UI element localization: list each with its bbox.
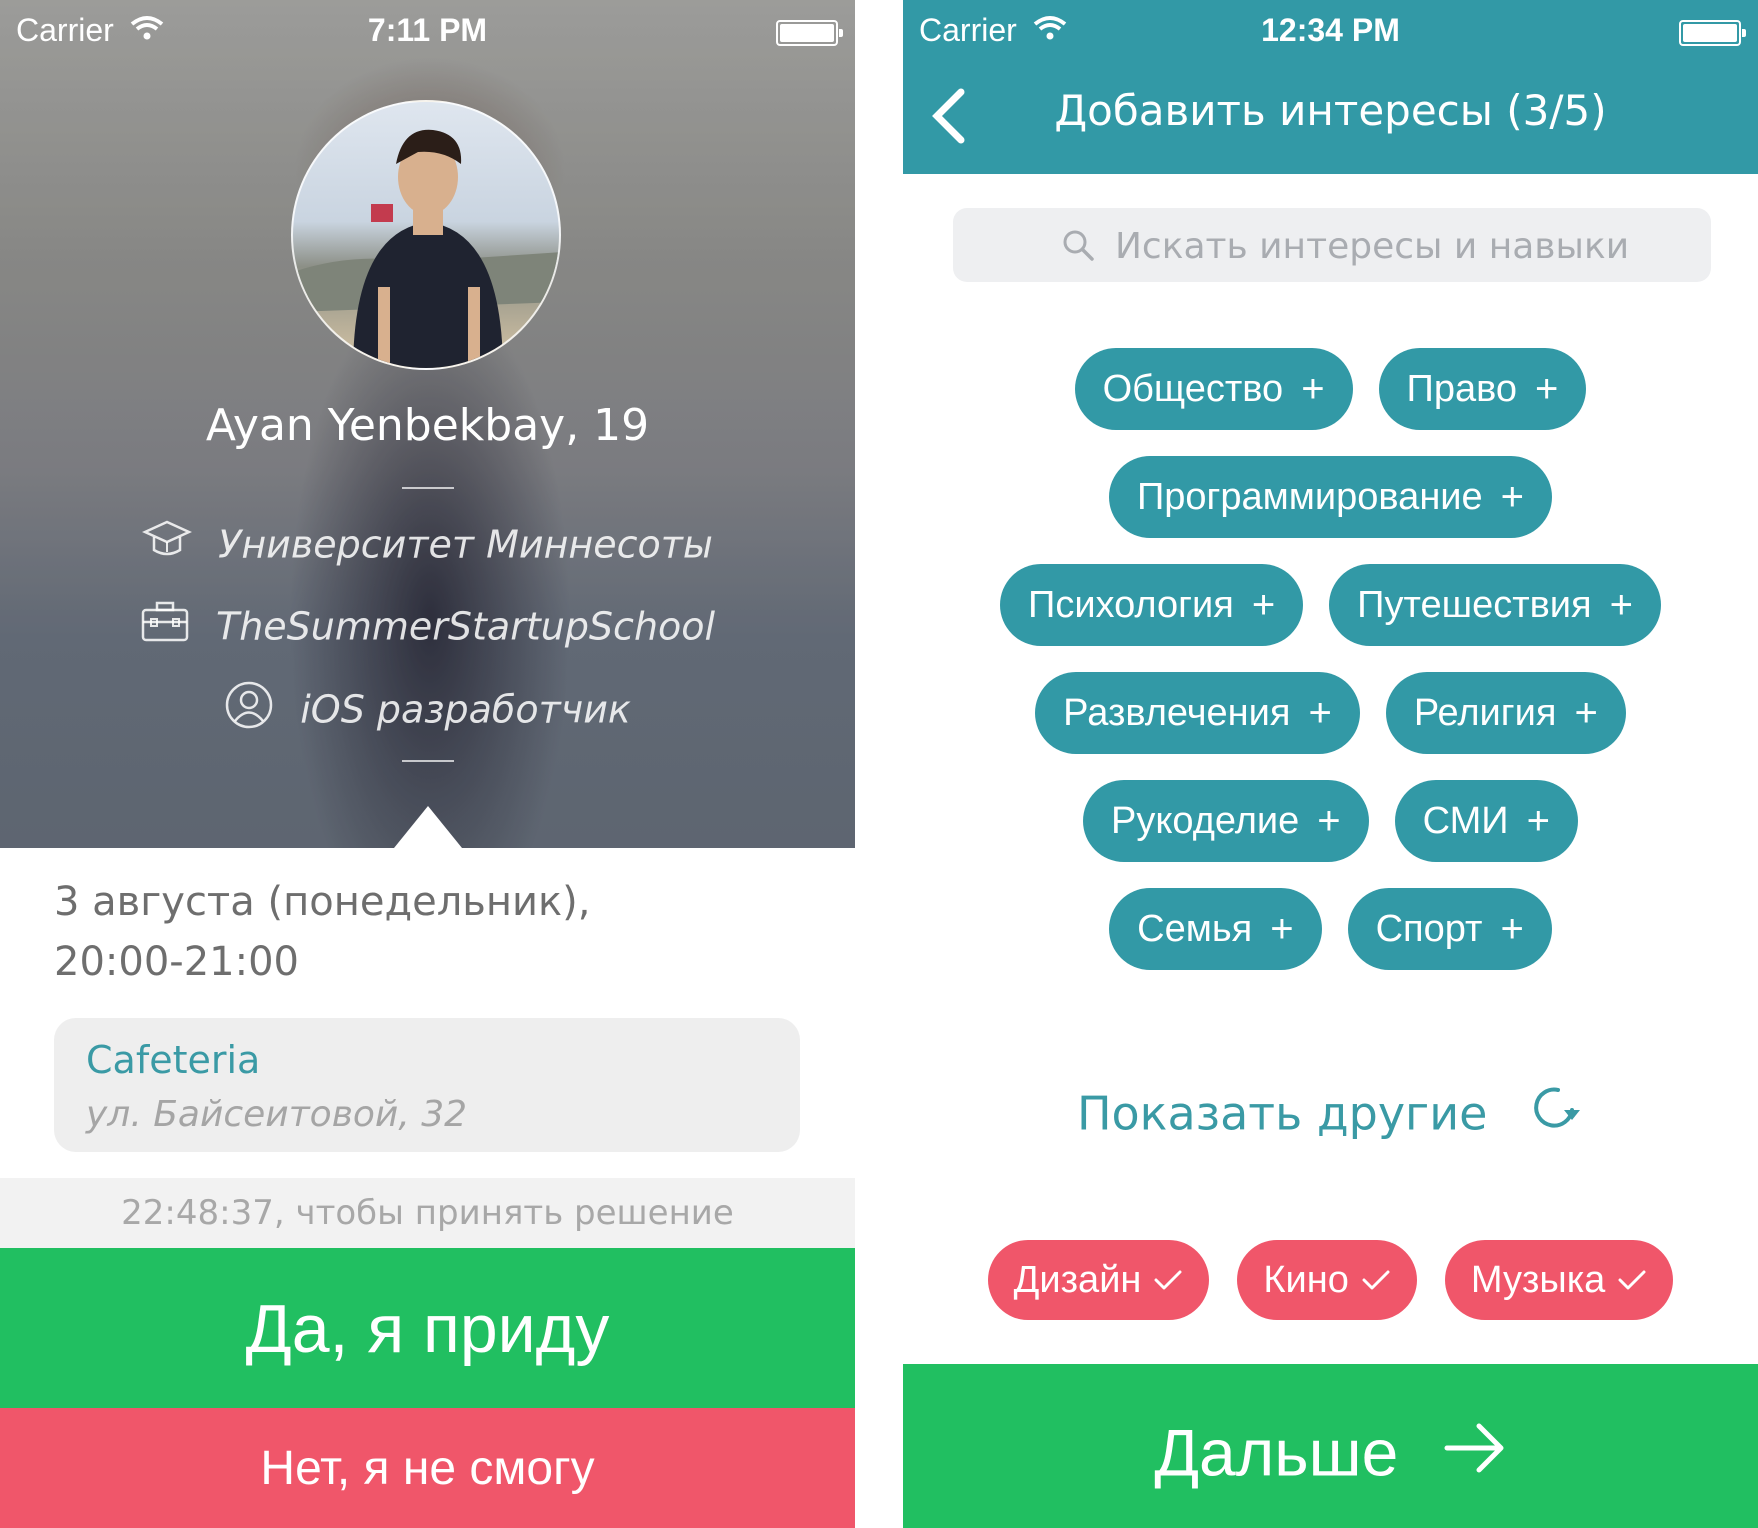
arrow-right-icon — [1443, 1371, 1507, 1528]
selected-interest-label: Музыка — [1470, 1258, 1606, 1301]
interest-chip[interactable]: СМИ + — [1394, 780, 1578, 862]
checkmark-icon — [1153, 1259, 1183, 1302]
company-row: TheSummerStartupSchool — [0, 600, 855, 653]
page-title: Добавить интересы (3/5) — [1054, 86, 1607, 135]
university-row: Университет Миннесоты — [0, 518, 855, 571]
place-card[interactable]: Cafeteria ул. Байсеитовой, 32 — [54, 1018, 800, 1152]
interest-row: Психология + Путешествия + — [903, 564, 1758, 646]
avatar[interactable] — [291, 100, 561, 370]
navigation-bar: Carrier 12:34 PM Добавить интересы (3/5) — [903, 0, 1758, 174]
add-interests-screen: Carrier 12:34 PM Добавить интересы (3/5)… — [903, 0, 1758, 1528]
plus-icon: + — [1526, 798, 1550, 843]
interest-chip[interactable]: Развлечения + — [1035, 672, 1360, 754]
plus-icon: + — [1574, 690, 1598, 735]
battery-icon — [1679, 20, 1746, 46]
search-field[interactable] — [953, 208, 1711, 282]
interest-row: Общество + Право + — [903, 348, 1758, 430]
interest-suggestions: Общество + Право + Программирование + Психолог… — [903, 348, 1758, 996]
interest-chip-label: Путешествия — [1357, 583, 1592, 626]
selected-interests: Дизайн Кино Музыка — [903, 1240, 1758, 1320]
interest-chip-label: Психология — [1028, 583, 1234, 626]
user-icon — [224, 680, 274, 739]
place-address: ул. Байсеитовой, 32 — [86, 1094, 468, 1135]
next-button[interactable]: Дальше — [903, 1364, 1758, 1528]
interest-chip[interactable]: Психология + — [1000, 564, 1304, 646]
divider — [402, 487, 454, 489]
status-bar: Carrier 7:11 PM — [0, 0, 855, 60]
show-more-label: Показать другие — [1076, 1086, 1488, 1141]
checkmark-icon — [1617, 1259, 1647, 1302]
interest-chip-label: Спорт — [1375, 907, 1483, 950]
clock: 12:34 PM — [1261, 12, 1400, 48]
interest-chip-label: СМИ — [1422, 799, 1509, 842]
selected-interest-label: Дизайн — [1013, 1258, 1142, 1301]
clock: 7:11 PM — [367, 12, 488, 48]
interest-row: Рукоделие + СМИ + — [903, 780, 1758, 862]
plus-icon: + — [1308, 690, 1332, 735]
decision-timer: 22:48:37, чтобы принять решение — [0, 1178, 855, 1248]
interest-row: Развлечения + Религия + — [903, 672, 1758, 754]
accept-button[interactable]: Да, я приду — [0, 1248, 855, 1408]
role-label: iOS разработчик — [300, 687, 631, 732]
interest-chip-label: Общество — [1102, 367, 1284, 410]
interest-chip[interactable]: Право + — [1378, 348, 1587, 430]
interest-chip[interactable]: Путешествия + — [1329, 564, 1661, 646]
interest-chip[interactable]: Семья + — [1109, 888, 1322, 970]
interest-chip-label: Религия — [1413, 691, 1557, 734]
role-row: iOS разработчик — [0, 680, 855, 739]
refresh-icon — [1528, 1080, 1584, 1147]
plus-icon: + — [1500, 474, 1525, 519]
show-more-button[interactable]: Показать другие — [903, 1080, 1758, 1147]
card-pointer — [394, 806, 462, 848]
event-date: 3 августа (понедельник), 20:00-21:00 — [54, 872, 814, 992]
interest-chip[interactable]: Религия + — [1385, 672, 1626, 754]
event-time-line: 20:00-21:00 — [54, 939, 299, 985]
university-label: Университет Миннесоты — [218, 522, 713, 567]
plus-icon: + — [1270, 906, 1294, 951]
search-input[interactable] — [1113, 220, 1677, 272]
checkmark-icon — [1361, 1259, 1391, 1302]
search-icon — [1061, 228, 1095, 266]
company-label: TheSummerStartupSchool — [215, 604, 716, 649]
plus-icon: + — [1301, 366, 1325, 411]
plus-icon: + — [1317, 798, 1341, 843]
divider — [402, 760, 454, 762]
interest-chip[interactable]: Общество + — [1074, 348, 1353, 430]
plus-icon: + — [1500, 906, 1524, 951]
selected-interest-chip[interactable]: Музыка — [1444, 1240, 1674, 1320]
graduation-cap-icon — [142, 518, 193, 571]
interest-chip[interactable]: Спорт + — [1347, 888, 1552, 970]
interest-row: Программирование + — [903, 456, 1758, 538]
selected-interest-label: Кино — [1263, 1258, 1349, 1301]
interest-chip-label: Право — [1406, 367, 1518, 410]
interest-chip-label: Программирование — [1136, 475, 1483, 518]
battery-icon — [776, 20, 843, 46]
profile-hero-background: Carrier 7:11 PM Ayan Yenbekbay, 19 Униве… — [0, 0, 855, 848]
briefcase-icon — [140, 600, 190, 653]
interest-chip-label: Семья — [1137, 907, 1253, 950]
interest-chip[interactable]: Рукоделие + — [1083, 780, 1369, 862]
interest-row: Семья + Спорт + — [903, 888, 1758, 970]
selected-interest-chip[interactable]: Кино — [1237, 1240, 1417, 1320]
decline-button[interactable]: Нет, я не смогу — [0, 1408, 855, 1528]
plus-icon: + — [1251, 582, 1276, 627]
interest-chip[interactable]: Программирование + — [1108, 456, 1553, 538]
interest-chip-label: Рукоделие — [1111, 799, 1300, 842]
profile-name: Ayan Yenbekbay, 19 — [205, 400, 650, 451]
event-invitation-screen: Carrier 7:11 PM Ayan Yenbekbay, 19 Униве… — [0, 0, 855, 1528]
plus-icon: + — [1535, 366, 1559, 411]
status-bar: Carrier 12:34 PM — [903, 0, 1758, 60]
plus-icon: + — [1609, 582, 1633, 627]
selected-interest-chip[interactable]: Дизайн — [987, 1240, 1210, 1320]
event-date-line: 3 августа (понедельник), — [54, 879, 591, 925]
interest-chip-label: Развлечения — [1063, 691, 1291, 734]
next-label: Дальше — [1154, 1415, 1399, 1490]
place-name: Cafeteria — [86, 1038, 261, 1082]
